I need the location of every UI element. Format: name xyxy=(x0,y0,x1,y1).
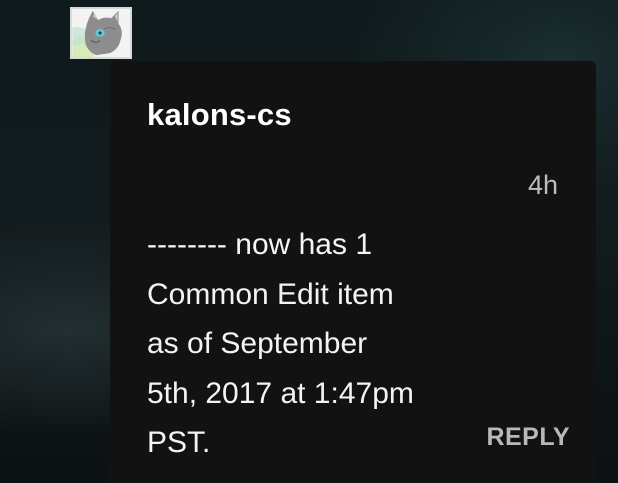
cat-avatar-icon[interactable] xyxy=(70,7,132,59)
comment-card: kalons-cs 4h -------- now has 1 Common E… xyxy=(110,61,596,483)
reply-button[interactable]: REPLY xyxy=(486,423,570,452)
comment-username[interactable]: kalons-cs xyxy=(147,97,292,133)
comment-timestamp: 4h xyxy=(527,170,558,200)
comment-message: -------- now has 1 Common Edit item as o… xyxy=(147,228,414,459)
